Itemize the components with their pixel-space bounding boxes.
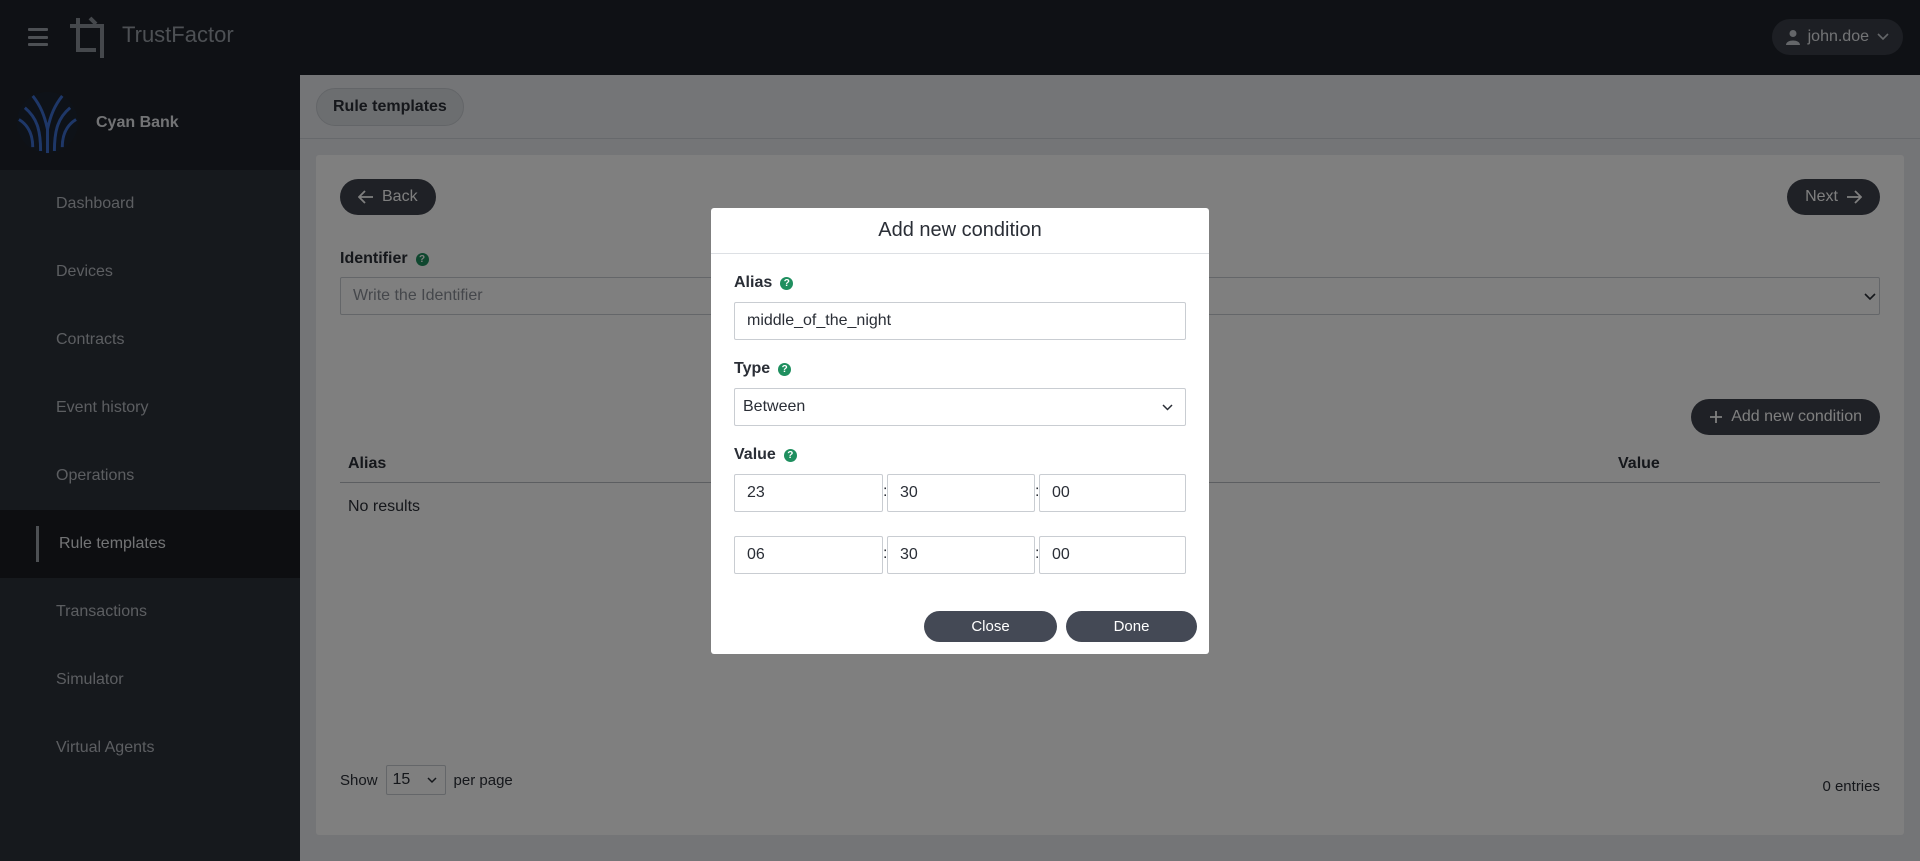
value-label-text: Value [734, 446, 776, 463]
chevron-down-icon [1162, 404, 1173, 411]
close-button[interactable]: Close [924, 611, 1057, 642]
type-label: Type ? [734, 360, 792, 378]
start-second-input[interactable]: 00 [1039, 474, 1186, 512]
help-icon[interactable]: ? [780, 276, 794, 290]
add-condition-modal: Add new condition Alias ? middle_of_the_… [711, 208, 1209, 654]
help-icon[interactable]: ? [783, 448, 797, 462]
type-select[interactable]: Between [734, 388, 1186, 426]
modal-title: Add new condition [711, 208, 1209, 254]
end-minute-input[interactable]: 30 [887, 536, 1035, 574]
end-second-input[interactable]: 00 [1039, 536, 1186, 574]
value-label: Value ? [734, 446, 797, 464]
done-button[interactable]: Done [1066, 611, 1197, 642]
alias-label: Alias ? [734, 274, 794, 292]
type-label-text: Type [734, 360, 771, 377]
alias-input[interactable]: middle_of_the_night [734, 302, 1186, 340]
help-icon[interactable]: ? [778, 362, 792, 376]
end-hour-input[interactable]: 06 [734, 536, 883, 574]
start-hour-input[interactable]: 23 [734, 474, 883, 512]
start-minute-input[interactable]: 30 [887, 474, 1035, 512]
type-select-value: Between [743, 398, 806, 415]
alias-label-text: Alias [734, 274, 773, 291]
